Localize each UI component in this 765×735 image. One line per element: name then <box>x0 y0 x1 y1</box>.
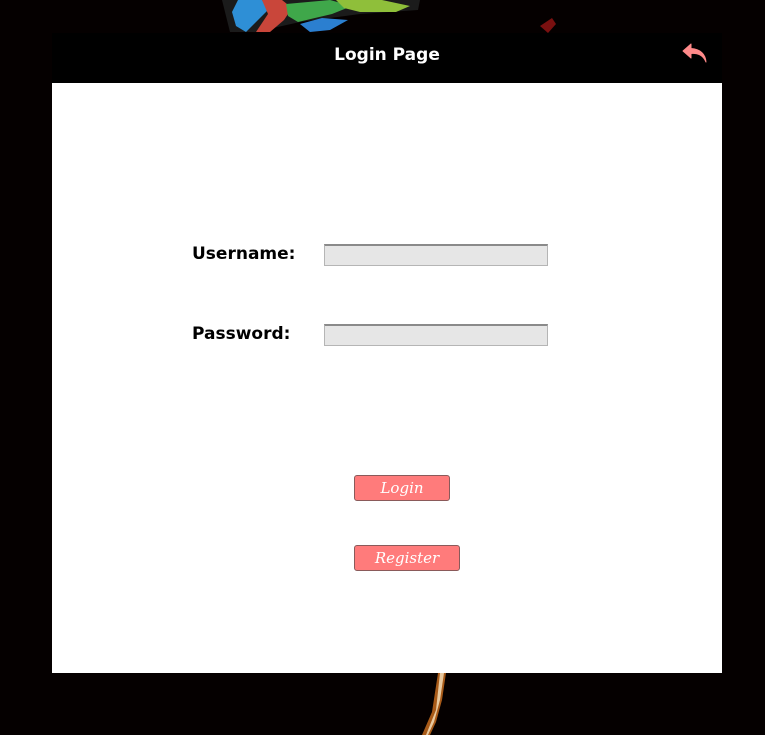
login-form-panel: Username: Password: Login Register <box>52 83 722 673</box>
undo-arrow-icon <box>682 43 707 63</box>
back-button[interactable] <box>680 39 710 69</box>
login-window: Login Page Username: Password: Login Reg… <box>52 33 722 673</box>
page-title: Login Page <box>334 45 440 65</box>
login-button[interactable]: Login <box>354 475 450 501</box>
password-field[interactable] <box>324 324 548 346</box>
register-button[interactable]: Register <box>354 545 460 571</box>
password-label: Password: <box>192 324 291 344</box>
username-field[interactable] <box>324 244 548 266</box>
title-bar: Login Page <box>52 33 722 83</box>
username-label: Username: <box>192 244 296 264</box>
